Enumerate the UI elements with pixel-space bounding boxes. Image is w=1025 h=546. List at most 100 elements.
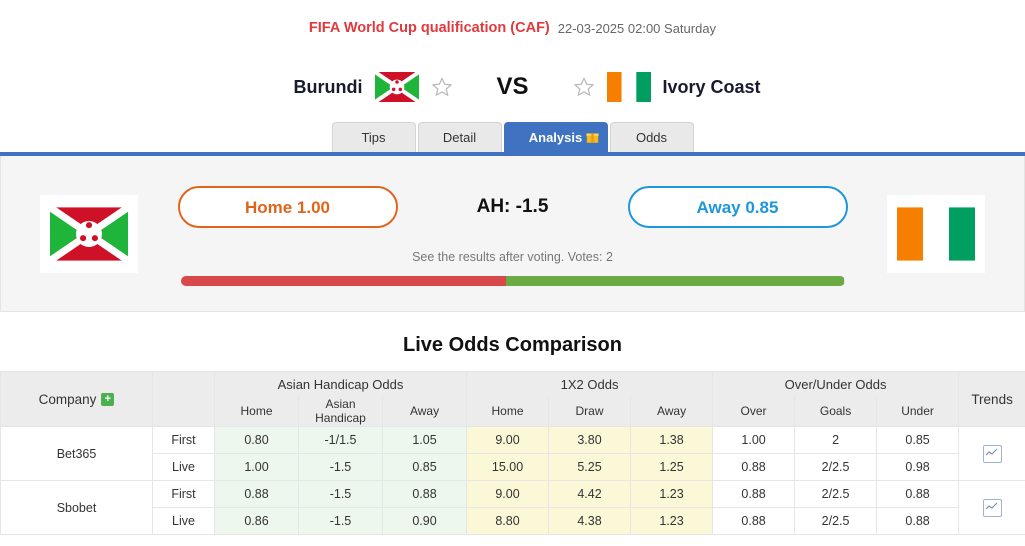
odds-type-cell: Live [152, 453, 215, 481]
ou-odds-cell: 1.00 [712, 426, 796, 454]
ah-odds-cell: 0.88 [381, 480, 468, 508]
table-row: Live 1.00 -1.5 0.85 15.00 5.25 1.25 0.88 2/2.5 0.… [1, 453, 1025, 481]
table-body: Bet365 First 0.80 -1/1.5 1.05 9.00 3.80 1.38 1.0… [0, 426, 1025, 535]
ah-odds-cell: 0.88 [214, 480, 299, 508]
tab-tips[interactable]: Tips [331, 122, 416, 152]
vote-home-button[interactable]: Home 1.00 [177, 185, 398, 228]
1x2-odds-cell: 9.00 [466, 480, 550, 508]
ou-odds-cell: 0.85 [876, 426, 960, 454]
asian-handicap-label: AH: -1.5 [476, 195, 549, 217]
ou-odds-cell: 0.88 [712, 480, 796, 508]
tab-analysis-label: Analysis [528, 130, 583, 145]
1x2-odds-cell: 1.25 [630, 453, 714, 481]
company-header-label: Company [38, 391, 97, 407]
ou-odds-cell: 2/2.5 [794, 480, 878, 508]
ah-odds-cell: -1/1.5 [298, 426, 383, 454]
home-team-block: Burundi [123, 72, 453, 102]
group-header-over-under: Over/Under Odds [712, 371, 960, 396]
ou-odds-cell: 0.88 [712, 507, 796, 535]
subheader-ou-goals: Goals [794, 396, 878, 427]
ah-odds-cell: -1.5 [298, 507, 383, 535]
company-name-cell[interactable]: Bet365 [0, 426, 153, 481]
vote-result-bar [180, 275, 845, 286]
ivory-coast-flag-icon [606, 72, 651, 102]
table-row: Sbobet First 0.88 -1.5 0.88 9.00 4.42 1.23 0.88 2… [0, 480, 1025, 535]
trend-chart-icon[interactable] [982, 498, 1002, 517]
ah-odds-cell: -1.5 [298, 480, 383, 508]
page-title: Live Odds Comparison [403, 334, 622, 356]
gift-icon [585, 125, 599, 143]
1x2-odds-cell: 4.38 [548, 507, 632, 535]
page-root: FIFA World Cup qualification (CAF) 22-03… [0, 0, 1025, 546]
home-favorite-star-icon[interactable] [431, 76, 453, 98]
vote-away-button[interactable]: Away 0.85 [627, 185, 848, 228]
teams-row: Burundi VS Ivory Coast [0, 56, 1025, 118]
1x2-odds-cell: 3.80 [548, 426, 632, 454]
ah-odds-cell: 1.05 [381, 426, 468, 454]
ou-odds-cell: 2/2.5 [794, 507, 878, 535]
ah-odds-cell: -1.5 [298, 453, 383, 481]
vote-note: See the results after voting. Votes: 2 [412, 249, 613, 264]
subheader-1x2-draw: Draw [548, 396, 632, 427]
subheader-ou-over: Over [712, 396, 796, 427]
subheader-1x2-away: Away [630, 396, 714, 427]
vote-bar-home-segment [180, 275, 506, 286]
vote-away-flag-block [848, 194, 1025, 273]
company-name-cell[interactable]: Sbobet [0, 480, 153, 535]
ah-odds-cell: 0.80 [214, 426, 299, 454]
competition-header: FIFA World Cup qualification (CAF) 22-03… [0, 0, 1025, 56]
tab-odds[interactable]: Odds [609, 122, 694, 152]
1x2-odds-cell: 1.38 [630, 426, 714, 454]
1x2-odds-cell: 5.25 [548, 453, 632, 481]
ou-odds-cell: 0.88 [876, 480, 960, 508]
ah-odds-cell: 1.00 [214, 453, 299, 481]
match-datetime: 22-03-2025 02:00 Saturday [557, 20, 717, 36]
1x2-odds-cell: 1.23 [630, 507, 714, 535]
vote-burundi-flag-icon [40, 194, 139, 273]
subheader-ah-away: Away [381, 396, 468, 427]
1x2-odds-cell: 15.00 [466, 453, 550, 481]
tab-bar: Tips Detail Analysis Odds [0, 118, 1025, 152]
trends-header: Trends [958, 371, 1025, 427]
ou-odds-cell: 2 [794, 426, 878, 454]
ou-odds-cell: 0.88 [876, 507, 960, 535]
ou-odds-cell: 2/2.5 [794, 453, 878, 481]
subheader-ah-home: Home [214, 396, 299, 427]
vote-ivory-coast-flag-icon [886, 194, 985, 273]
group-header-1x2: 1X2 Odds [466, 371, 714, 396]
trend-cell[interactable] [958, 480, 1025, 535]
company-header: Company + [0, 371, 153, 427]
ou-odds-cell: 0.88 [712, 453, 796, 481]
competition-name: FIFA World Cup qualification (CAF) [308, 20, 550, 36]
table-header: Company + Asian Handicap Odds 1X2 Odds Ov… [0, 371, 1025, 427]
trend-cell[interactable] [958, 426, 1025, 481]
ou-odds-cell: 0.98 [876, 453, 960, 481]
tab-detail[interactable]: Detail [417, 122, 502, 152]
vote-home-flag-block [1, 194, 178, 273]
trend-chart-icon[interactable] [982, 444, 1002, 463]
1x2-odds-cell: 4.42 [548, 480, 632, 508]
plus-icon[interactable]: + [101, 393, 115, 407]
burundi-flag-icon [374, 72, 419, 102]
live-odds-table: Company + Asian Handicap Odds 1X2 Odds Ov… [0, 371, 1025, 535]
vote-center: Home 1.00 AH: -1.5 Away 0.85 See the res… [177, 182, 848, 286]
away-team-name: Ivory Coast [662, 76, 761, 97]
table-row: Live 0.86 -1.5 0.90 8.80 4.38 1.23 0.88 2/2.5 0.8… [1, 507, 1025, 535]
ah-odds-cell: 0.85 [381, 453, 468, 481]
away-team-block: Ivory Coast [573, 72, 903, 102]
subheader-ah-handicap: Asian Handicap [298, 396, 383, 427]
voting-panel: Home 1.00 AH: -1.5 Away 0.85 See the res… [0, 156, 1025, 312]
away-favorite-star-icon[interactable] [573, 76, 595, 98]
ah-odds-cell: 0.86 [214, 507, 299, 535]
tab-analysis[interactable]: Analysis [503, 122, 608, 152]
vote-buttons: Home 1.00 AH: -1.5 Away 0.85 [177, 185, 848, 228]
1x2-odds-cell: 9.00 [466, 426, 550, 454]
odds-type-cell: Live [152, 507, 215, 535]
home-team-name: Burundi [293, 76, 363, 97]
table-row: Bet365 First 0.80 -1/1.5 1.05 9.00 3.80 1.38 1.0… [0, 426, 1025, 481]
group-header-asian-handicap: Asian Handicap Odds [213, 371, 468, 396]
ah-odds-cell: 0.90 [381, 507, 468, 535]
vote-bar-away-segment [505, 275, 845, 286]
subheader-1x2-home: Home [466, 396, 550, 427]
odds-type-cell: First [152, 480, 215, 508]
